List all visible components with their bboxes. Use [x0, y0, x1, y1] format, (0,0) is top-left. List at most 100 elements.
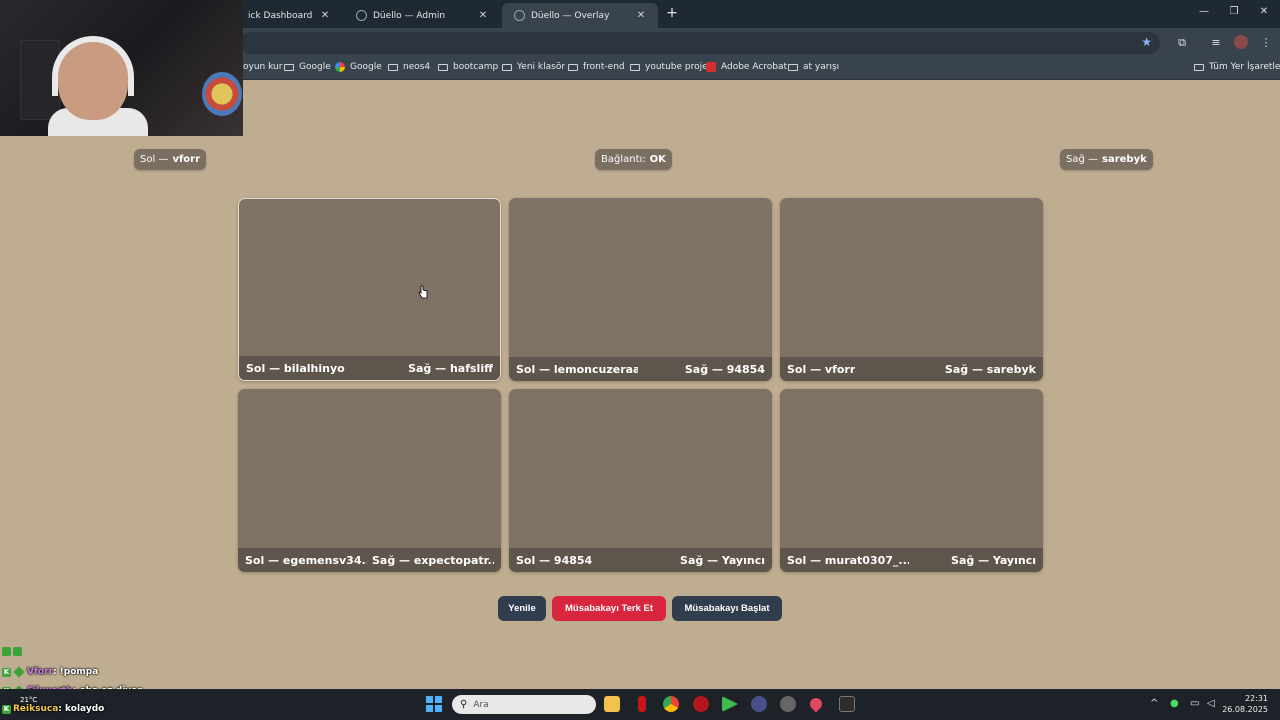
- profile-avatar[interactable]: [1234, 35, 1248, 49]
- folder-icon: [788, 63, 798, 71]
- folder-icon: [388, 63, 398, 71]
- match-card[interactable]: Sol — vforr Sağ — sarebyk: [780, 198, 1043, 381]
- folder-icon: [1194, 63, 1204, 71]
- chat-text: : kolaydo: [58, 704, 105, 714]
- new-tab-button[interactable]: +: [664, 5, 680, 21]
- tab-title: ick Dashboard: [248, 10, 313, 21]
- left-player-name: Sol — lemoncuzeraa: [516, 362, 638, 376]
- chat-badge-icon: [13, 647, 22, 656]
- kick-badge-icon: K: [2, 667, 11, 677]
- menu-icon[interactable]: ⋮: [1258, 36, 1274, 49]
- minimize-icon[interactable]: —: [1196, 6, 1212, 17]
- close-icon[interactable]: ✕: [634, 10, 648, 21]
- pdf-icon: [706, 62, 716, 72]
- match-card[interactable]: Sol — egemensv34... Sağ — expectopatr...: [238, 389, 501, 572]
- all-bookmarks[interactable]: Tüm Yer İşaretleri: [1194, 62, 1280, 72]
- match-card-footer: Sol — egemensv34... Sağ — expectopatr...: [238, 548, 501, 572]
- windows-start-icon[interactable]: [426, 696, 442, 712]
- google-icon: [335, 62, 345, 72]
- app-red-icon[interactable]: [693, 696, 709, 712]
- weather-widget[interactable]: 21°C: [20, 696, 37, 704]
- media-control-icon[interactable]: ≡: [1208, 36, 1224, 49]
- folder-icon: [284, 63, 294, 71]
- match-card-footer: Sol — murat0307_... Sağ — Yayıncı: [780, 548, 1043, 572]
- bookmark-item[interactable]: oyun kur: [243, 62, 282, 72]
- match-card[interactable]: Sol — 94854 Sağ — Yayıncı: [509, 389, 772, 572]
- right-player-pill: Sağ — sarebyk: [1060, 149, 1153, 170]
- right-player-name: Sağ — Yayıncı: [951, 553, 1036, 567]
- chrome-icon[interactable]: [663, 696, 679, 712]
- globe-icon: [356, 10, 367, 21]
- right-player-name: Sağ — hafsliff: [408, 361, 493, 375]
- refresh-button[interactable]: Yenile: [498, 596, 546, 621]
- match-card[interactable]: Sol — bilalhinyo Sağ — hafsliff: [238, 198, 501, 381]
- globe-icon: [514, 10, 525, 21]
- terminal-icon[interactable]: [839, 696, 855, 712]
- network-icon[interactable]: ▭: [1190, 698, 1199, 709]
- chevron-up-icon[interactable]: ^: [1150, 698, 1158, 709]
- bookmark-star-icon[interactable]: ★: [1141, 35, 1152, 49]
- folder-icon: [502, 63, 512, 71]
- headphones-icon: [52, 36, 134, 96]
- left-player-name: Sol — egemensv34...: [245, 553, 367, 567]
- tab-title: Düello — Overlay: [531, 10, 610, 21]
- chat-text: : !pompa: [52, 667, 99, 677]
- tab-duello-overlay[interactable]: Düello — Overlay ✕: [502, 3, 658, 28]
- close-window-icon[interactable]: ✕: [1256, 6, 1272, 17]
- url-input[interactable]: ★: [240, 32, 1160, 54]
- right-player-name: Sağ — expectopatr...: [372, 553, 494, 567]
- left-player-name: Sol — bilalhinyo: [246, 361, 345, 375]
- match-card[interactable]: Sol — murat0307_... Sağ — Yayıncı: [780, 389, 1043, 572]
- chat-message: K Reiksuca : kolaydo: [2, 704, 104, 714]
- tab-title: Düello — Admin: [373, 10, 446, 21]
- close-icon[interactable]: ✕: [476, 10, 490, 21]
- file-explorer-icon[interactable]: [604, 696, 620, 712]
- left-player-pill: Sol — vforr: [134, 149, 207, 170]
- chat-faded-line: [2, 647, 24, 656]
- tab-duello-admin[interactable]: Düello — Admin ✕: [344, 3, 500, 28]
- folder-icon: [630, 63, 640, 71]
- app-purple-icon[interactable]: [751, 696, 767, 712]
- wall-decoration: [202, 72, 242, 116]
- maximize-icon[interactable]: ❐: [1226, 6, 1242, 17]
- microphone-icon[interactable]: ●: [1170, 698, 1179, 709]
- tab-dashboard[interactable]: ick Dashboard ✕: [236, 3, 342, 28]
- subscriber-badge-icon: [13, 666, 25, 678]
- folder-icon: [568, 63, 578, 71]
- bookmark-item[interactable]: Yeni klasör: [502, 62, 565, 72]
- taskbar-clock[interactable]: 22:31 26.08.2025: [1222, 693, 1268, 715]
- left-player-name: Sol — 94854: [516, 553, 593, 567]
- chat-message: K Vforr : !pompa: [2, 666, 99, 678]
- volume-icon[interactable]: ◁: [1207, 698, 1215, 709]
- search-icon: ⚲: [460, 699, 468, 710]
- match-card[interactable]: Sol — lemoncuzeraa Sağ — 94854: [509, 198, 772, 381]
- connection-status-pill: Bağlantı: OK: [595, 149, 672, 170]
- leave-match-button[interactable]: Müsabakayı Terk Et: [552, 596, 666, 621]
- bookmark-item[interactable]: youtube proje: [630, 62, 708, 72]
- right-player-name: Sağ — sarebyk: [944, 362, 1036, 376]
- bookmark-item[interactable]: Google: [284, 62, 331, 72]
- left-player-name: Sol — vforr: [787, 362, 856, 376]
- webcam-overlay: [0, 0, 243, 136]
- match-card-footer: Sol — lemoncuzeraa Sağ — 94854: [509, 357, 772, 381]
- clock-date: 26.08.2025: [1222, 705, 1268, 714]
- chat-username: Vforr: [27, 667, 53, 677]
- bookmark-item[interactable]: front-end: [568, 62, 625, 72]
- app-gray-icon[interactable]: [780, 696, 796, 712]
- match-card-footer: Sol — bilalhinyo Sağ — hafsliff: [239, 356, 500, 380]
- netflix-icon[interactable]: [638, 696, 646, 712]
- right-player-name: Sağ — Yayıncı: [680, 553, 765, 567]
- bookmark-item[interactable]: at yarışı: [788, 62, 839, 72]
- kick-badge-icon: K: [2, 704, 11, 714]
- left-player-name: Sol — murat0307_...: [787, 553, 909, 567]
- chat-username: Reiksuca: [13, 704, 59, 714]
- bookmark-item[interactable]: Adobe Acrobat: [706, 62, 787, 72]
- bookmark-item[interactable]: neos4: [388, 62, 430, 72]
- start-match-button[interactable]: Müsabakayı Başlat: [672, 596, 782, 621]
- close-icon[interactable]: ✕: [318, 10, 332, 21]
- taskbar-search-input[interactable]: ⚲ Ara: [452, 695, 596, 714]
- match-card-footer: Sol — 94854 Sağ — Yayıncı: [509, 548, 772, 572]
- bookmark-item[interactable]: bootcamp: [438, 62, 498, 72]
- bookmark-item[interactable]: Google: [335, 62, 382, 72]
- extensions-icon[interactable]: ⧉: [1174, 36, 1190, 50]
